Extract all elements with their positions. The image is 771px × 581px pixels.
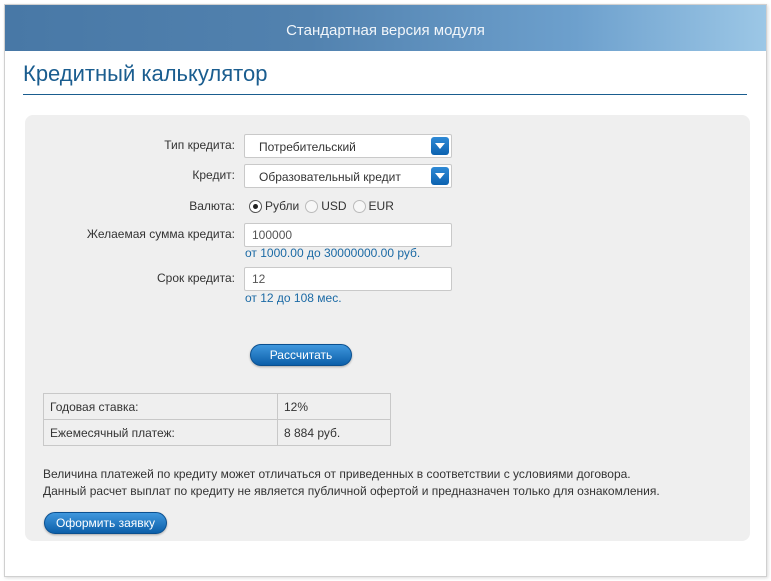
currency-option-usd[interactable]: USD bbox=[305, 199, 347, 213]
currency-radio-group: Рубли USD EUR bbox=[249, 199, 400, 213]
chevron-down-icon[interactable] bbox=[431, 167, 449, 185]
amount-input[interactable]: 100000 bbox=[244, 223, 452, 247]
results-table: Годовая ставка: 12% Ежемесячный платеж: … bbox=[43, 393, 391, 446]
credit-label: Кредит: bbox=[192, 168, 235, 182]
credit-type-label: Тип кредита: bbox=[164, 138, 235, 152]
annual-rate-value: 12% bbox=[277, 393, 391, 420]
credit-type-select[interactable]: Потребительский bbox=[244, 134, 452, 158]
currency-label: Валюта: bbox=[189, 199, 235, 213]
disclaimer-line: Данный расчет выплат по кредиту не являе… bbox=[43, 484, 660, 498]
disclaimer-line: Величина платежей по кредиту может отлич… bbox=[43, 467, 631, 481]
module-version-bar: Стандартная версия модуля bbox=[5, 5, 766, 51]
module-version-title: Стандартная версия модуля bbox=[286, 22, 485, 39]
amount-label: Желаемая сумма кредита: bbox=[86, 227, 235, 241]
calculate-button[interactable]: Рассчитать bbox=[250, 344, 352, 366]
credit-select[interactable]: Образовательный кредит bbox=[244, 164, 452, 188]
credit-value: Образовательный кредит bbox=[259, 170, 401, 184]
page-title: Кредитный калькулятор bbox=[23, 61, 268, 86]
radio-unchecked-icon[interactable] bbox=[352, 199, 366, 213]
monthly-payment-value: 8 884 руб. bbox=[277, 419, 391, 446]
table-row: Ежемесячный платеж: 8 884 руб. bbox=[43, 419, 391, 446]
currency-option-rub[interactable]: Рубли bbox=[249, 199, 299, 213]
calculator-panel: Тип кредита: Потребительский Кредит: Обр… bbox=[25, 115, 750, 541]
radio-checked-icon[interactable] bbox=[249, 199, 262, 213]
chevron-down-icon[interactable] bbox=[431, 137, 449, 155]
monthly-payment-label: Ежемесячный платеж: bbox=[43, 419, 278, 446]
radio-unchecked-icon[interactable] bbox=[305, 199, 319, 213]
term-hint: от 12 до 108 мес. bbox=[245, 291, 342, 305]
annual-rate-label: Годовая ставка: bbox=[43, 393, 278, 420]
table-row: Годовая ставка: 12% bbox=[43, 393, 391, 420]
term-label: Срок кредита: bbox=[156, 271, 235, 285]
amount-hint: от 1000.00 до 30000000.00 руб. bbox=[245, 246, 421, 260]
title-divider bbox=[23, 94, 747, 95]
disclaimer-text: Величина платежей по кредиту может отлич… bbox=[43, 466, 660, 500]
currency-option-label: EUR bbox=[368, 199, 394, 213]
credit-type-value: Потребительский bbox=[259, 140, 356, 154]
term-input[interactable]: 12 bbox=[244, 267, 452, 291]
currency-option-label: USD bbox=[321, 199, 347, 213]
apply-button[interactable]: Оформить заявку bbox=[44, 512, 167, 534]
currency-option-label: Рубли bbox=[265, 199, 300, 213]
currency-option-eur[interactable]: EUR bbox=[352, 199, 394, 213]
window-frame: Стандартная версия модуля Кредитный каль… bbox=[4, 4, 767, 577]
